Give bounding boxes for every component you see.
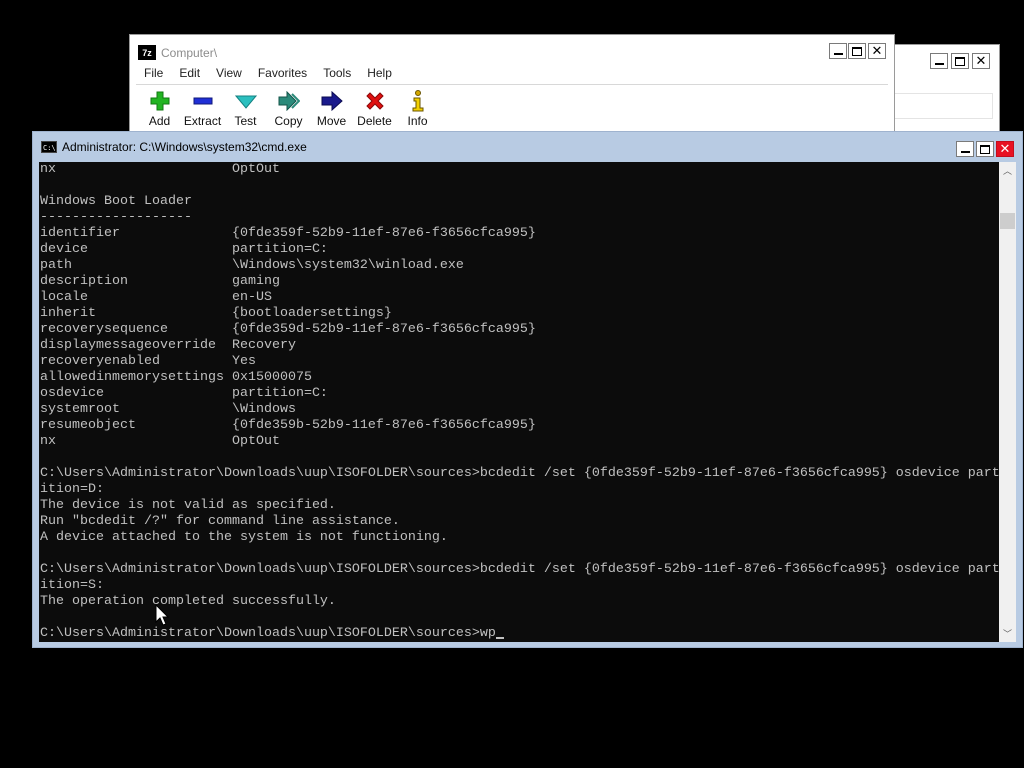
console-line: resumeobject {0fde359b-52b9-11ef-87e6-f3… (40, 418, 536, 433)
console-line: C:\Users\Administrator\Downloads\uup\ISO… (40, 466, 999, 481)
extract-button[interactable]: Extract (181, 90, 224, 128)
sevenzip-titlebar: 7z Computer\ (138, 45, 217, 60)
minus-icon (193, 90, 213, 112)
sevenzip-minimize-button[interactable] (829, 43, 847, 59)
sevenzip-app-icon: 7z (138, 45, 156, 60)
close-icon: ✕ (999, 141, 1011, 157)
delete-label: Delete (357, 114, 392, 128)
console-line: Run "bcdedit /?" for command line assist… (40, 514, 400, 529)
console-scrollbar[interactable]: ︿ ﹀ (999, 162, 1016, 642)
sevenzip-window[interactable]: 7z Computer\ ✕ File Edit View Favorites … (129, 34, 895, 134)
extract-label: Extract (183, 114, 222, 128)
x-icon (365, 90, 385, 112)
background-window[interactable]: ✕ (895, 44, 1000, 134)
console-line: Windows Boot Loader (40, 194, 192, 209)
maximize-icon (852, 46, 862, 56)
move-label: Move (316, 114, 347, 128)
console-line: The device is not valid as specified. (40, 498, 336, 513)
cmd-titlebar[interactable]: C:\ Administrator: C:\Windows\system32\c… (33, 132, 1022, 162)
info-label: Info (407, 114, 428, 128)
mouse-pointer-icon (155, 603, 170, 629)
maximize-icon (980, 144, 990, 154)
menu-favorites[interactable]: Favorites (250, 66, 315, 80)
minimize-icon (960, 150, 970, 153)
console-output[interactable]: nx OptOut Windows Boot Loader ----------… (39, 162, 999, 642)
minimize-icon (934, 62, 944, 65)
console-line: device partition=C: (40, 242, 328, 257)
info-button[interactable]: Info (396, 90, 439, 128)
scroll-down-arrow-icon[interactable]: ﹀ (999, 625, 1016, 642)
console-line: nx OptOut (40, 162, 280, 177)
cmd-app-icon: C:\ (41, 141, 57, 153)
check-icon (234, 90, 257, 112)
scroll-up-arrow-icon[interactable]: ︿ (999, 162, 1016, 179)
close-icon: ✕ (871, 43, 883, 59)
text-cursor (495, 637, 504, 639)
arrow-right-icon (321, 90, 343, 112)
menu-file[interactable]: File (136, 66, 171, 80)
menu-edit[interactable]: Edit (171, 66, 208, 80)
sevenzip-maximize-button[interactable] (848, 43, 866, 59)
menu-view[interactable]: View (208, 66, 250, 80)
console-line: locale en-US (40, 290, 272, 305)
bg-maximize-button[interactable] (951, 53, 969, 69)
move-button[interactable]: Move (310, 90, 353, 128)
double-arrow-right-icon (278, 90, 300, 112)
sevenzip-close-button[interactable]: ✕ (868, 43, 886, 59)
console-line: path \Windows\system32\winload.exe (40, 258, 464, 273)
menu-divider (136, 84, 888, 85)
add-label: Add (148, 114, 171, 128)
bg-address-field[interactable] (895, 93, 993, 119)
console-line: A device attached to the system is not f… (40, 530, 448, 545)
info-icon (411, 90, 425, 112)
console-line: ition=D: (40, 482, 104, 497)
plus-icon (150, 90, 170, 112)
console-line: The operation completed successfully. (40, 594, 336, 609)
sevenzip-title: Computer\ (161, 45, 218, 60)
test-label: Test (234, 114, 257, 128)
console-line: osdevice partition=C: (40, 386, 328, 401)
console-line: C:\Users\Administrator\Downloads\uup\ISO… (40, 562, 999, 577)
maximize-icon (955, 56, 965, 66)
cmd-maximize-button[interactable] (976, 141, 994, 157)
add-button[interactable]: Add (138, 90, 181, 128)
menu-help[interactable]: Help (359, 66, 400, 80)
cmd-close-button[interactable]: ✕ (996, 141, 1014, 157)
console-line: ------------------- (40, 210, 192, 225)
sevenzip-menubar: File Edit View Favorites Tools Help (136, 66, 400, 80)
console-line: recoverysequence {0fde359d-52b9-11ef-87e… (40, 322, 536, 337)
console-line: recoveryenabled Yes (40, 354, 256, 369)
cmd-title: Administrator: C:\Windows\system32\cmd.e… (62, 140, 307, 154)
bg-minimize-button[interactable] (930, 53, 948, 69)
scroll-thumb[interactable] (1000, 213, 1015, 229)
console-line: ition=S: (40, 578, 104, 593)
console-line: systemroot \Windows (40, 402, 296, 417)
delete-button[interactable]: Delete (353, 90, 396, 128)
console-line: nx OptOut (40, 434, 280, 449)
close-icon: ✕ (975, 53, 987, 69)
copy-label: Copy (274, 114, 303, 128)
minimize-icon (833, 52, 843, 55)
menu-tools[interactable]: Tools (315, 66, 359, 80)
cmd-minimize-button[interactable] (956, 141, 974, 157)
console-line: allowedinmemorysettings 0x15000075 (40, 370, 312, 385)
console-line: identifier {0fde359f-52b9-11ef-87e6-f365… (40, 226, 536, 241)
console-text: nx OptOut Windows Boot Loader ----------… (39, 162, 999, 642)
console-line: C:\Users\Administrator\Downloads\uup\ISO… (40, 626, 496, 641)
test-button[interactable]: Test (224, 90, 267, 128)
sevenzip-toolbar: Add Extract Test Copy Move Delete Info (138, 90, 439, 128)
console-line: displaymessageoverride Recovery (40, 338, 296, 353)
bg-close-button[interactable]: ✕ (972, 53, 990, 69)
cmd-window[interactable]: C:\ Administrator: C:\Windows\system32\c… (32, 131, 1023, 648)
console-line: description gaming (40, 274, 280, 289)
console-line: inherit {bootloadersettings} (40, 306, 392, 321)
copy-button[interactable]: Copy (267, 90, 310, 128)
